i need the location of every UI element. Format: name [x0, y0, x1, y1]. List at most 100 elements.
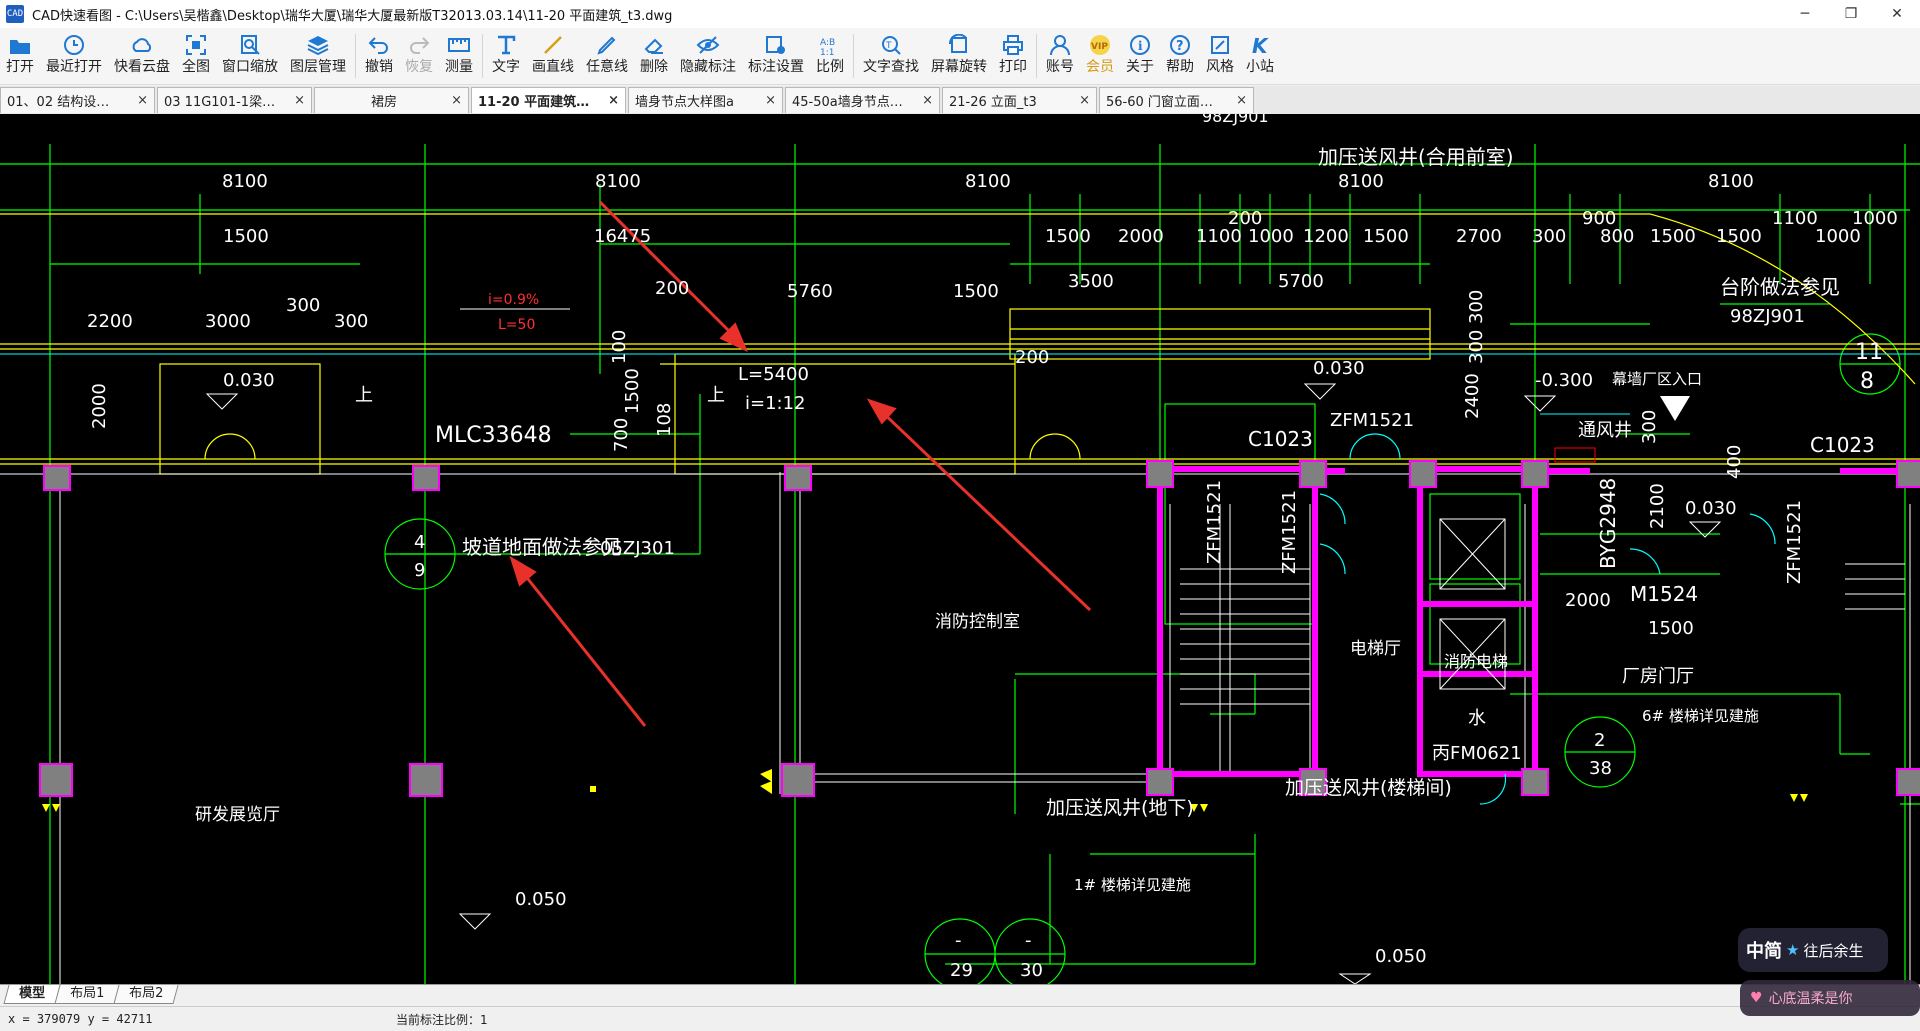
toolbar-label: 屏幕旋转 — [931, 59, 987, 75]
tab-label: 11-20 平面建筑… — [478, 95, 590, 110]
toolbar-button-rotate[interactable]: 屏幕旋转 — [925, 28, 993, 84]
dim-2400-v: 2400 — [1462, 373, 1483, 419]
eye-icon — [696, 32, 720, 58]
layout-tab[interactable]: 模型 — [3, 985, 61, 1004]
label-m1524: M1524 — [1630, 582, 1698, 606]
document-tab[interactable]: 45-50a墙身节点… × — [785, 87, 940, 113]
star-icon: ★ — [1786, 941, 1800, 959]
eraser-icon — [643, 32, 665, 58]
close-icon[interactable]: × — [451, 93, 462, 108]
label-curtain: 幕墙厂区入口 — [1612, 370, 1702, 388]
close-button[interactable]: ✕ — [1874, 0, 1920, 28]
dim-1500-b: 1500 — [1045, 226, 1091, 247]
document-tab[interactable]: 裙房 × — [314, 87, 469, 113]
dim-1100-b: 1100 — [1772, 208, 1818, 229]
dim-300-c: 300 — [334, 311, 368, 332]
close-icon[interactable]: × — [294, 93, 305, 108]
toolbar-button-zoom-window[interactable]: 窗口缩放 — [216, 28, 284, 84]
label-d300: 300 — [1639, 410, 1660, 444]
toolbar-label: 恢复 — [405, 59, 433, 75]
svg-text:1:1: 1:1 — [820, 48, 834, 56]
close-icon[interactable]: × — [137, 93, 148, 108]
close-icon[interactable]: × — [1236, 93, 1247, 108]
app-logo-icon: CAD — [6, 5, 24, 23]
close-icon[interactable]: × — [608, 93, 619, 108]
signature-badge[interactable]: ♥ 心底温柔是你 — [1740, 980, 1920, 1016]
label-airshaft-stair: 加压送风井(楼梯间) — [1285, 777, 1452, 799]
toolbar-button-style[interactable]: 风格 — [1200, 28, 1240, 84]
toolbar-button-eraser[interactable]: 删除 — [634, 28, 674, 84]
toolbar-button-ratio[interactable]: A:B 1:1 比例 — [810, 28, 850, 84]
toolbar-button-vip[interactable]: VIP 会员 — [1080, 28, 1120, 84]
dim-1100-a: 1100 — [1196, 226, 1242, 247]
toolbar-button-user[interactable]: 账号 — [1040, 28, 1080, 84]
toolbar-label: 撤销 — [365, 59, 393, 75]
label-d400: 400 — [1724, 445, 1745, 479]
pen-icon — [596, 32, 618, 58]
toolbar-button-redo[interactable]: 恢复 — [399, 28, 439, 84]
label-zfm1521d: ZFM1521 — [1784, 500, 1805, 584]
toolbar-button-pen[interactable]: 任意线 — [580, 28, 634, 84]
maximize-button[interactable]: ❐ — [1828, 0, 1874, 28]
drawing-canvas[interactable]: 8100 8100 8100 8100 8100 1500 16475 1500… — [0, 114, 1920, 984]
toolbar-button-fullview[interactable]: 全图 — [176, 28, 216, 84]
toolbar-button-gear[interactable]: 标注设置 — [742, 28, 810, 84]
main-toolbar: 打开 最近打开 快看云盘 全图 窗口缩放 图层管理 撤销 恢复 测量 文字 画直线 任意线 删除 隐藏标注… — [0, 28, 1920, 85]
dim-8100-4: 8100 — [1338, 171, 1384, 192]
document-tab[interactable]: 01、02 结构设… × — [0, 87, 155, 113]
toolbar-button-text[interactable]: 文字 — [486, 28, 526, 84]
toolbar-button-eye[interactable]: 隐藏标注 — [674, 28, 742, 84]
toolbar-button-folder[interactable]: 打开 — [0, 28, 40, 84]
label-elev-030c: 0.030 — [1685, 498, 1737, 519]
toolbar-separator — [853, 34, 854, 78]
close-icon[interactable]: × — [922, 93, 933, 108]
toolbar-button-undo[interactable]: 撤销 — [359, 28, 399, 84]
toolbar-button-measure[interactable]: 测量 — [439, 28, 479, 84]
document-tab[interactable]: 墙身节点大样图a × — [628, 87, 783, 113]
label-fm0621: 丙FM0621 — [1432, 743, 1522, 764]
label-water: 水 — [1468, 708, 1486, 729]
toolbar-button-printer[interactable]: 打印 — [993, 28, 1033, 84]
svg-text:K: K — [1252, 34, 1269, 56]
toolbar-button-k[interactable]: K 小站 — [1240, 28, 1280, 84]
document-tabs: 01、02 结构设… × 03 11G101-1梁… × 裙房 × 11-20 平面建筑… ×… — [0, 86, 1920, 114]
document-tab[interactable]: 03 11G101-1梁… × — [157, 87, 312, 113]
bubble-dash2: - — [1025, 930, 1032, 951]
text-search-icon: T — [880, 32, 902, 58]
toolbar-button-info[interactable]: i 关于 — [1120, 28, 1160, 84]
toolbar-label: 打印 — [999, 59, 1027, 75]
signature-text: 心底温柔是你 — [1768, 991, 1853, 1007]
toolbar-button-cloud[interactable]: 快看云盘 — [108, 28, 176, 84]
label-up-2: 上 — [707, 385, 725, 406]
label-slope: i=0.9% — [488, 292, 539, 308]
document-tab[interactable]: 11-20 平面建筑… × — [471, 87, 626, 113]
toolbar-label: 任意线 — [586, 59, 628, 75]
dim-2200: 2200 — [87, 311, 133, 332]
label-zfm1521b: ZFM1521 — [1204, 480, 1225, 564]
toolbar-separator — [1036, 34, 1037, 78]
label-top-ref: 98ZJ901 — [1202, 114, 1269, 126]
ime-badge[interactable]: 中简 ★ 往后余生 — [1738, 928, 1888, 972]
toolbar-label: 图层管理 — [290, 59, 346, 75]
toolbar-button-help[interactable]: ? 帮助 — [1160, 28, 1200, 84]
zoom-window-icon — [239, 32, 261, 58]
toolbar-button-line[interactable]: 画直线 — [526, 28, 580, 84]
toolbar-button-text-search[interactable]: T 文字查找 — [857, 28, 925, 84]
redo-icon — [408, 32, 430, 58]
document-tab[interactable]: 21-26 立面_t3 × — [942, 87, 1097, 113]
close-icon[interactable]: × — [1079, 93, 1090, 108]
label-elev-050b: 0.050 — [1375, 946, 1427, 967]
toolbar-label: 账号 — [1046, 59, 1074, 75]
label-elev-030b: 0.030 — [1313, 358, 1365, 379]
document-tab[interactable]: 56-60 门窗立面… × — [1099, 87, 1254, 113]
toolbar-button-clock[interactable]: 最近打开 — [40, 28, 108, 84]
layout-tab[interactable]: 布局1 — [54, 985, 120, 1004]
label-fire-elevator: 消防电梯 — [1444, 652, 1508, 671]
minimize-button[interactable]: ─ — [1782, 0, 1828, 28]
toolbar-button-layers[interactable]: 图层管理 — [284, 28, 352, 84]
close-icon[interactable]: × — [765, 93, 776, 108]
bubble-dash1: - — [955, 930, 962, 951]
label-vent: 通风井 — [1578, 420, 1632, 441]
dim-1000-a: 1000 — [1248, 226, 1294, 247]
layout-tab[interactable]: 布局2 — [113, 985, 180, 1004]
